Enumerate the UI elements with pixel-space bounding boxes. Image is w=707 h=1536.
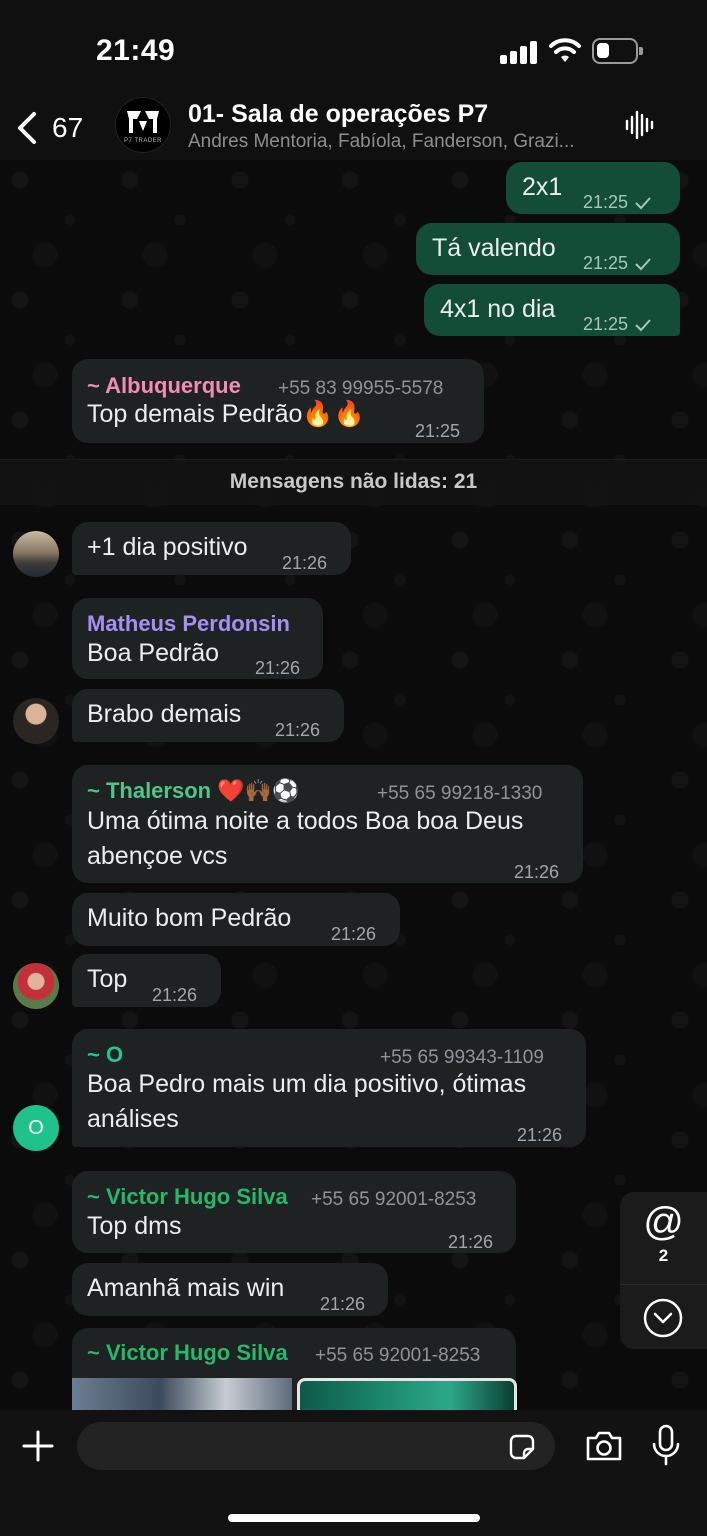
incoming-message[interactable]: ~ O +55 65 99343-1109 Boa Pedro mais um …	[72, 1029, 586, 1147]
message-time: 21:25	[415, 421, 461, 441]
incoming-message[interactable]: Amanhã mais win 21:26	[72, 1263, 388, 1316]
message-time: 21:26	[514, 862, 560, 882]
message-text: 4x1 no dia	[440, 295, 556, 323]
sender-name[interactable]: ~ Victor Hugo Silva	[87, 1336, 288, 1370]
back-button[interactable]: 67	[14, 103, 83, 153]
outgoing-message[interactable]: 2x1 21:25	[506, 162, 680, 214]
message-time: 21:26	[331, 924, 377, 944]
message-text: 2x1	[522, 173, 563, 201]
cellular-signal-icon	[500, 40, 538, 64]
incoming-message[interactable]: +1 dia positivo 21:26	[72, 522, 351, 575]
sent-check-icon	[635, 319, 651, 332]
group-avatar[interactable]: P7 TRADER	[115, 97, 171, 153]
unread-divider-label: Mensagens não lidas: 21	[229, 470, 478, 493]
scroll-down-icon[interactable]	[641, 1296, 685, 1340]
message-text: Brabo demais	[87, 700, 242, 728]
message-text-line: Uma ótima noite a todos Boa boa Deus	[87, 807, 524, 835]
chevron-left-icon	[18, 112, 36, 144]
mentions-button[interactable]: @ 2	[620, 1192, 707, 1282]
group-members[interactable]: Andres Mentoria, Fabíola, Fanderson, Gra…	[188, 131, 598, 153]
message-text: Top	[87, 965, 128, 993]
unread-chats-count: 67	[52, 112, 84, 143]
microphone-icon[interactable]	[651, 1424, 681, 1468]
mention-count: 2	[658, 1246, 669, 1265]
avatar-letter: O	[28, 1116, 44, 1139]
message-text-line: Boa Pedro mais um dia positivo, ótimas	[87, 1070, 527, 1098]
message-time: 21:26	[282, 553, 328, 573]
message-text-line: abençoe vcs	[87, 842, 228, 870]
outgoing-message[interactable]: Tá valendo 21:25	[416, 223, 680, 275]
sender-name[interactable]: ~ Thalerson ❤️🙌🏾⚽	[87, 774, 299, 808]
camera-icon[interactable]	[584, 1429, 624, 1463]
outgoing-message[interactable]: 4x1 no dia 21:25	[424, 284, 680, 336]
status-time: 21:49	[96, 34, 176, 67]
group-logo-text: P7 TRADER	[123, 137, 163, 144]
incoming-message[interactable]: Matheus Perdonsin Boa Pedrão 21:26	[72, 598, 323, 679]
incoming-message[interactable]: Muito bom Pedrão 21:26	[72, 893, 400, 946]
message-time: 21:26	[255, 658, 301, 678]
status-bar: 21:49	[0, 0, 707, 95]
sent-check-icon	[635, 258, 651, 271]
home-indicator	[228, 1514, 480, 1522]
incoming-message[interactable]: Brabo demais 21:26	[72, 689, 344, 742]
message-text-line: análises	[87, 1105, 179, 1133]
sent-check-icon	[635, 197, 651, 210]
message-text: Top dms	[87, 1212, 182, 1240]
unread-divider: Mensagens não lidas: 21	[0, 459, 707, 505]
avatar[interactable]	[13, 531, 59, 577]
message-time: 21:26	[448, 1232, 494, 1252]
avatar[interactable]	[13, 698, 59, 744]
group-title[interactable]: 01- Sala de operações P7	[188, 100, 488, 129]
input-bar	[0, 1410, 707, 1536]
message-time: 21:25	[583, 246, 652, 280]
message-text: Amanhã mais win	[87, 1274, 285, 1302]
avatar[interactable]	[13, 963, 59, 1009]
message-time: 21:25	[583, 307, 652, 341]
wifi-icon	[549, 38, 581, 62]
sticker-icon[interactable]	[507, 1432, 537, 1462]
incoming-message[interactable]: Top 21:26	[72, 954, 221, 1007]
sender-phone: +55 65 92001-8253	[315, 1345, 481, 1366]
mention-icon: @	[643, 1200, 684, 1244]
message-text: Tá valendo	[432, 234, 556, 262]
message-text: Top demais Pedrão🔥🔥	[87, 400, 365, 428]
message-text: Muito bom Pedrão	[87, 904, 292, 932]
voice-chat-icon[interactable]	[624, 109, 656, 141]
message-time: 21:26	[152, 985, 198, 1005]
message-text: Boa Pedrão	[87, 639, 220, 667]
incoming-message[interactable]: ~ Thalerson ❤️🙌🏾⚽ +55 65 99218-1330 Uma …	[72, 765, 583, 883]
message-time: 21:26	[320, 1294, 366, 1314]
message-time: 21:26	[275, 720, 321, 740]
sender-phone: +55 65 92001-8253	[311, 1189, 477, 1210]
message-time: 21:26	[517, 1125, 563, 1145]
battery-icon	[592, 38, 643, 64]
message-time: 21:25	[583, 185, 652, 219]
message-input[interactable]	[77, 1422, 555, 1470]
plus-icon[interactable]	[22, 1430, 54, 1462]
incoming-message[interactable]: ~ Albuquerque +55 83 99955-5578 Top dema…	[72, 359, 484, 443]
message-text: +1 dia positivo	[87, 533, 248, 561]
incoming-message[interactable]: ~ Victor Hugo Silva +55 65 92001-8253 To…	[72, 1171, 516, 1253]
chat-header: 67 P7 TRADER 01- Sala de operações P7 An…	[0, 95, 707, 160]
group-logo-icon	[127, 110, 159, 133]
jump-panel: @ 2	[620, 1192, 707, 1349]
avatar[interactable]: O	[13, 1105, 59, 1151]
